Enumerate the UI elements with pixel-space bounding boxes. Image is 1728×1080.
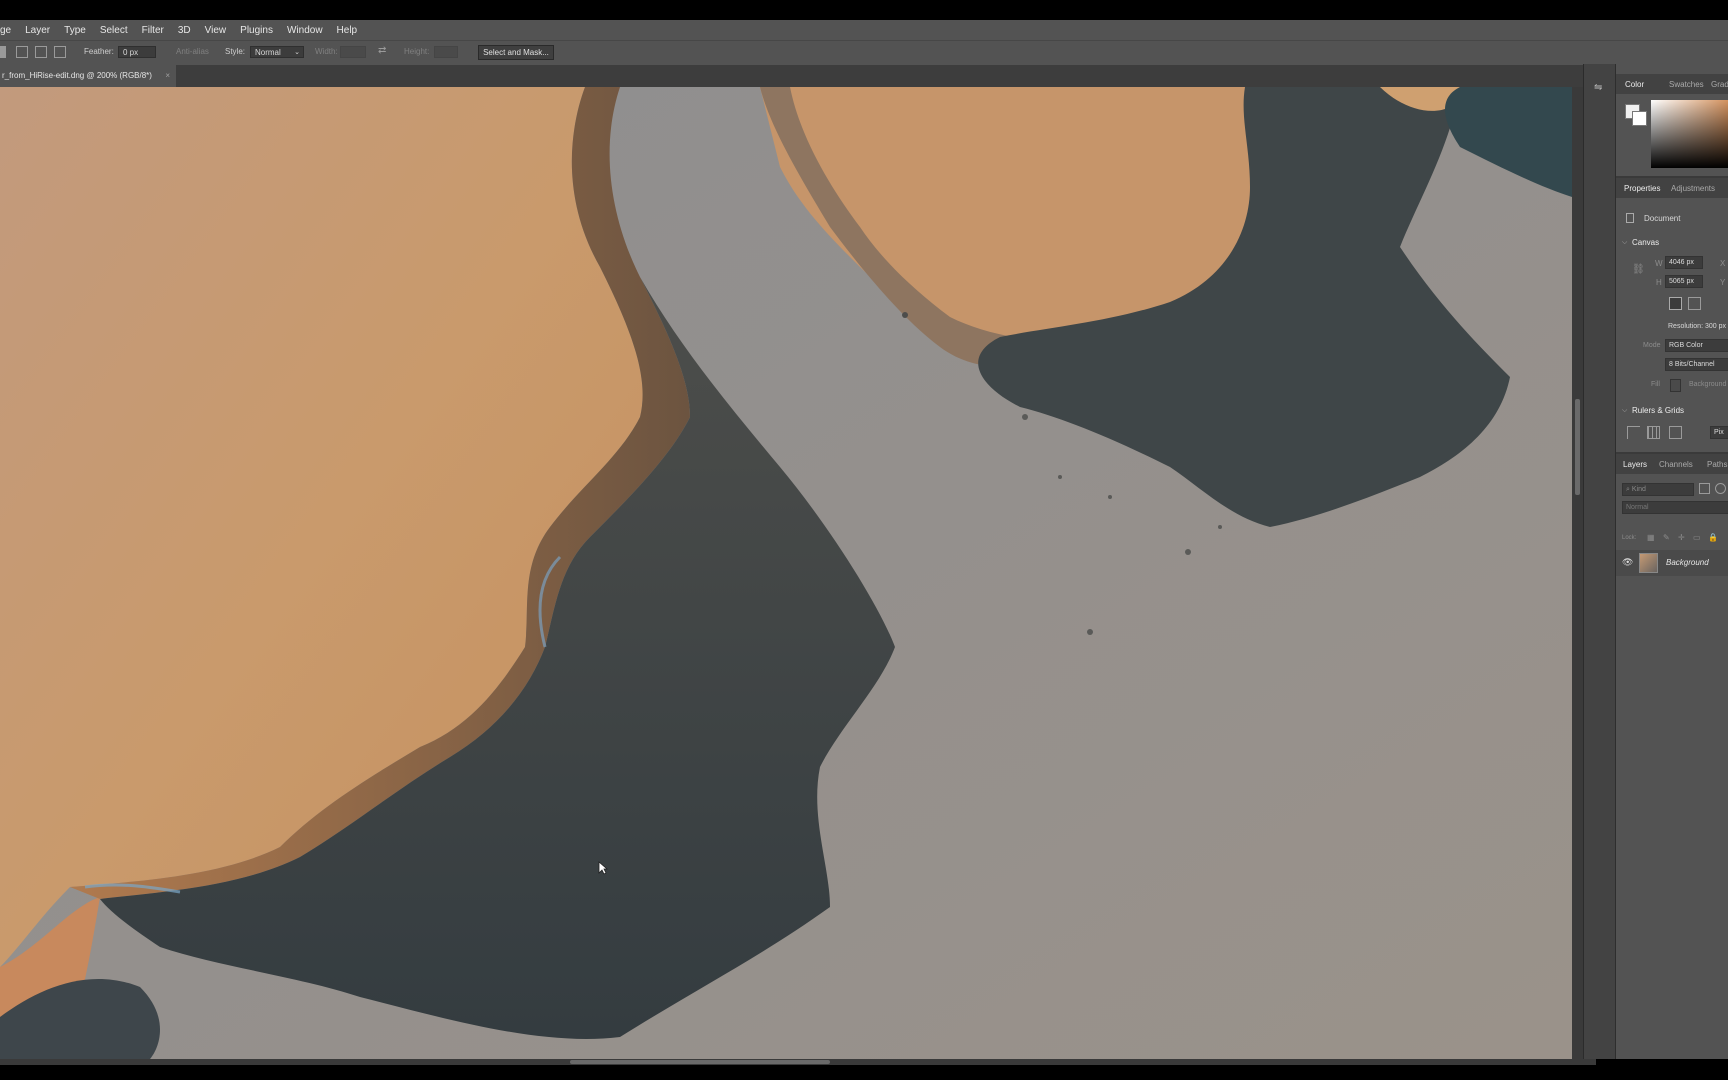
options-bar: Feather: 0 px Anti-alias Style: Normal ⌄… bbox=[0, 40, 1728, 66]
menu-plugins[interactable]: Plugins bbox=[233, 25, 280, 36]
tab-color[interactable]: Color bbox=[1625, 80, 1644, 89]
screen-top-letterbox bbox=[0, 0, 1728, 20]
add-to-selection-icon[interactable] bbox=[16, 46, 28, 58]
chevron-down-icon[interactable]: ⌵ bbox=[1622, 239, 1627, 247]
layer-row-background[interactable]: 👁 Background bbox=[1616, 550, 1728, 576]
chevron-down-icon[interactable]: ⌵ bbox=[1622, 407, 1627, 415]
feather-label: Feather: bbox=[84, 47, 114, 56]
chevron-down-icon: ⌄ bbox=[294, 49, 300, 56]
style-select[interactable]: Normal ⌄ bbox=[250, 46, 304, 58]
menu-layer[interactable]: Layer bbox=[18, 25, 57, 36]
color-mode-select[interactable]: RGB Color bbox=[1665, 339, 1728, 352]
screen-bottom-letterbox bbox=[0, 1065, 1728, 1080]
canvas-height-input[interactable]: 5065 px bbox=[1665, 275, 1703, 288]
document-tab-title: r_from_HiRise-edit.dng @ 200% (RGB/8*) bbox=[2, 71, 152, 80]
feather-input[interactable]: 0 px bbox=[118, 46, 156, 58]
resolution-text: Resolution: 300 px bbox=[1668, 323, 1726, 330]
panel-dock-strip: ⇋ bbox=[1583, 64, 1616, 1059]
link-dimensions-icon[interactable]: ⛓ bbox=[1632, 264, 1645, 275]
y-label: Y bbox=[1720, 278, 1726, 287]
x-label: X bbox=[1720, 259, 1726, 268]
blend-mode-select[interactable]: Normal bbox=[1622, 501, 1728, 514]
subtract-from-selection-icon[interactable] bbox=[35, 46, 47, 58]
guides-icon[interactable] bbox=[1669, 426, 1682, 439]
height-input[interactable] bbox=[434, 46, 458, 58]
color-picker-field[interactable] bbox=[1651, 100, 1728, 168]
mode-label: Mode bbox=[1643, 342, 1661, 349]
new-selection-icon[interactable] bbox=[0, 46, 6, 58]
menu-image[interactable]: ge bbox=[0, 25, 18, 36]
document-tab[interactable]: r_from_HiRise-edit.dng @ 200% (RGB/8*) × bbox=[0, 65, 176, 87]
menu-bar: ge Layer Type Select Filter 3D View Plug… bbox=[0, 20, 1728, 40]
layer-name[interactable]: Background bbox=[1666, 558, 1709, 567]
history-panel-icon[interactable]: ⇋ bbox=[1594, 82, 1602, 93]
tab-swatches[interactable]: Swatches bbox=[1669, 80, 1704, 89]
fill-label: Fill bbox=[1651, 381, 1660, 388]
lock-all-icon[interactable]: 🔒 bbox=[1708, 533, 1718, 542]
fill-color-swatch[interactable] bbox=[1670, 379, 1681, 392]
height-label: H bbox=[1656, 278, 1662, 287]
menu-3d[interactable]: 3D bbox=[171, 25, 198, 36]
bit-depth-select[interactable]: 8 Bits/Channel bbox=[1665, 358, 1728, 371]
background-color-swatch[interactable] bbox=[1632, 111, 1647, 126]
style-select-value: Normal bbox=[255, 48, 281, 57]
tab-channels[interactable]: Channels bbox=[1659, 460, 1693, 469]
canvas-width-input[interactable]: 4046 px bbox=[1665, 256, 1703, 269]
mouse-cursor-icon bbox=[598, 861, 608, 875]
document-canvas[interactable] bbox=[0, 87, 1572, 1059]
layer-thumbnail bbox=[1639, 553, 1658, 573]
grid-icon[interactable] bbox=[1647, 426, 1660, 439]
menu-select[interactable]: Select bbox=[93, 25, 135, 36]
menu-help[interactable]: Help bbox=[330, 25, 365, 36]
lock-image-icon[interactable]: ✎ bbox=[1663, 533, 1670, 542]
filter-adjustment-layers-icon[interactable] bbox=[1715, 483, 1726, 494]
menu-type[interactable]: Type bbox=[57, 25, 93, 36]
tab-adjustments[interactable]: Adjustments bbox=[1671, 184, 1715, 193]
portrait-orientation-button[interactable] bbox=[1669, 297, 1682, 310]
swap-dimensions-icon[interactable]: ⇄ bbox=[378, 45, 386, 56]
lock-label: Lock: bbox=[1622, 535, 1637, 541]
document-icon bbox=[1626, 213, 1634, 223]
document-label: Document bbox=[1644, 214, 1681, 223]
select-and-mask-button[interactable]: Select and Mask... bbox=[478, 45, 554, 60]
vertical-scrollbar[interactable] bbox=[1572, 87, 1583, 1059]
lock-transparent-icon[interactable]: ▦ bbox=[1647, 533, 1655, 542]
tab-properties[interactable]: Properties bbox=[1624, 184, 1660, 193]
color-panel-tabs: Color Swatches Gradien bbox=[1616, 74, 1728, 94]
properties-panel-tabs: Properties Adjustments bbox=[1616, 178, 1728, 198]
menu-filter[interactable]: Filter bbox=[135, 25, 171, 36]
vertical-scroll-thumb[interactable] bbox=[1575, 399, 1580, 495]
artboard-lock-icon[interactable]: ▭ bbox=[1693, 533, 1701, 542]
document-tab-bar: r_from_HiRise-edit.dng @ 200% (RGB/8*) × bbox=[0, 65, 1596, 87]
layers-panel-tabs: Layers Channels Paths bbox=[1616, 454, 1728, 474]
landscape-orientation-button[interactable] bbox=[1688, 297, 1701, 310]
eye-icon[interactable]: 👁 bbox=[1622, 557, 1633, 568]
rulers-grids-section-title[interactable]: Rulers & Grids bbox=[1632, 406, 1684, 415]
tab-paths[interactable]: Paths bbox=[1707, 460, 1727, 469]
width-label: Width: bbox=[315, 47, 338, 56]
tab-gradients[interactable]: Gradien bbox=[1711, 80, 1728, 89]
layer-filter-select[interactable]: ⌕ Kind bbox=[1622, 483, 1694, 496]
fill-select[interactable]: Background bbox=[1689, 381, 1726, 388]
ruler-units-select[interactable]: Pix bbox=[1710, 426, 1728, 439]
style-label: Style: bbox=[225, 47, 246, 56]
layer-filter-kind: Kind bbox=[1631, 486, 1646, 493]
close-icon[interactable]: × bbox=[165, 65, 170, 87]
height-label: Height: bbox=[404, 47, 430, 56]
tab-layers[interactable]: Layers bbox=[1623, 460, 1647, 469]
menu-window[interactable]: Window bbox=[280, 25, 330, 36]
anti-alias-checkbox-label[interactable]: Anti-alias bbox=[176, 47, 209, 56]
mars-terrain-image bbox=[0, 87, 1572, 1059]
right-panels: Color Swatches Gradien Properties Adjust… bbox=[1615, 64, 1728, 1059]
horizontal-scroll-thumb[interactable] bbox=[570, 1060, 830, 1064]
width-label: W bbox=[1655, 259, 1663, 268]
intersect-selection-icon[interactable] bbox=[54, 46, 66, 58]
ruler-icon[interactable] bbox=[1627, 426, 1640, 439]
lock-position-icon[interactable]: ✛ bbox=[1678, 533, 1685, 542]
filter-pixel-layers-icon[interactable] bbox=[1699, 483, 1710, 494]
canvas-section-title[interactable]: Canvas bbox=[1632, 238, 1659, 247]
width-input[interactable] bbox=[340, 46, 366, 58]
menu-view[interactable]: View bbox=[198, 25, 234, 36]
